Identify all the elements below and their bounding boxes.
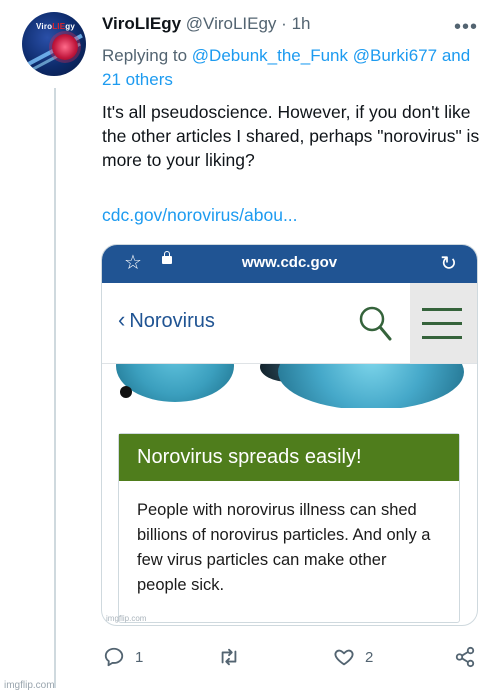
like-button[interactable]: 2 [333, 640, 373, 674]
action-bar: 1 2 [0, 640, 500, 674]
retweet-icon [221, 648, 237, 666]
thread-line [54, 88, 56, 688]
reply-button[interactable]: 1 [103, 640, 143, 674]
author-name[interactable]: ViroLIEgy [102, 14, 181, 33]
imgflip-watermark: imgflip.com [4, 680, 55, 691]
search-icon[interactable] [358, 303, 392, 343]
mention-link[interactable]: @Debunk_the_Funk [192, 46, 348, 65]
more-options-icon[interactable]: ••• [454, 16, 478, 39]
norovirus-image [102, 364, 477, 408]
callout-box: Norovirus spreads easily! People with no… [118, 433, 460, 623]
virus-graphic [52, 34, 78, 60]
browser-url[interactable]: www.cdc.gov [102, 254, 477, 271]
tweet-time[interactable]: 1h [292, 14, 311, 33]
reload-icon[interactable]: ↻ [440, 251, 457, 276]
menu-button[interactable] [410, 283, 477, 363]
author-handle[interactable]: @ViroLIEgy [186, 14, 277, 33]
callout-text: People with norovirus illness can shed b… [137, 501, 431, 594]
like-count: 2 [365, 648, 374, 666]
heart-icon [334, 649, 354, 666]
tweet-link[interactable]: cdc.gov/norovirus/abou... [102, 205, 298, 226]
avatar[interactable]: ViroLIEgy [22, 12, 86, 76]
replying-to-label: Replying to [102, 46, 188, 65]
menu-icon [422, 308, 462, 311]
browser-topbar: ☆ www.cdc.gov ↻ [102, 245, 477, 283]
share-button[interactable] [454, 640, 476, 674]
retweet-button[interactable] [218, 640, 250, 674]
mention-link[interactable]: @Burki677 [353, 46, 437, 65]
back-label: Norovirus [129, 310, 215, 332]
chevron-left-icon: ‹ [118, 307, 126, 332]
tweet-header: ViroLIEgy @ViroLIEgy · 1h [102, 14, 311, 34]
reply-icon [104, 647, 124, 667]
back-link[interactable]: ‹ Norovirus [118, 307, 215, 333]
replying-to: Replying to @Debunk_the_Funk @Burki677 a… [102, 44, 482, 92]
reply-count: 1 [135, 648, 144, 666]
cdc-navbar: ‹ Norovirus [102, 283, 477, 364]
avatar-logo: ViroLIEgy [36, 22, 76, 31]
card-watermark: imgflip.com [106, 614, 147, 623]
share-icon [455, 646, 475, 668]
tweet-text: It's all pseudoscience. However, if you … [102, 102, 480, 170]
separator-dot: · [281, 14, 287, 33]
media-card[interactable]: ☆ www.cdc.gov ↻ ‹ Norovirus Norovirus spr… [101, 244, 478, 626]
callout-title: Norovirus spreads easily! [119, 434, 459, 481]
